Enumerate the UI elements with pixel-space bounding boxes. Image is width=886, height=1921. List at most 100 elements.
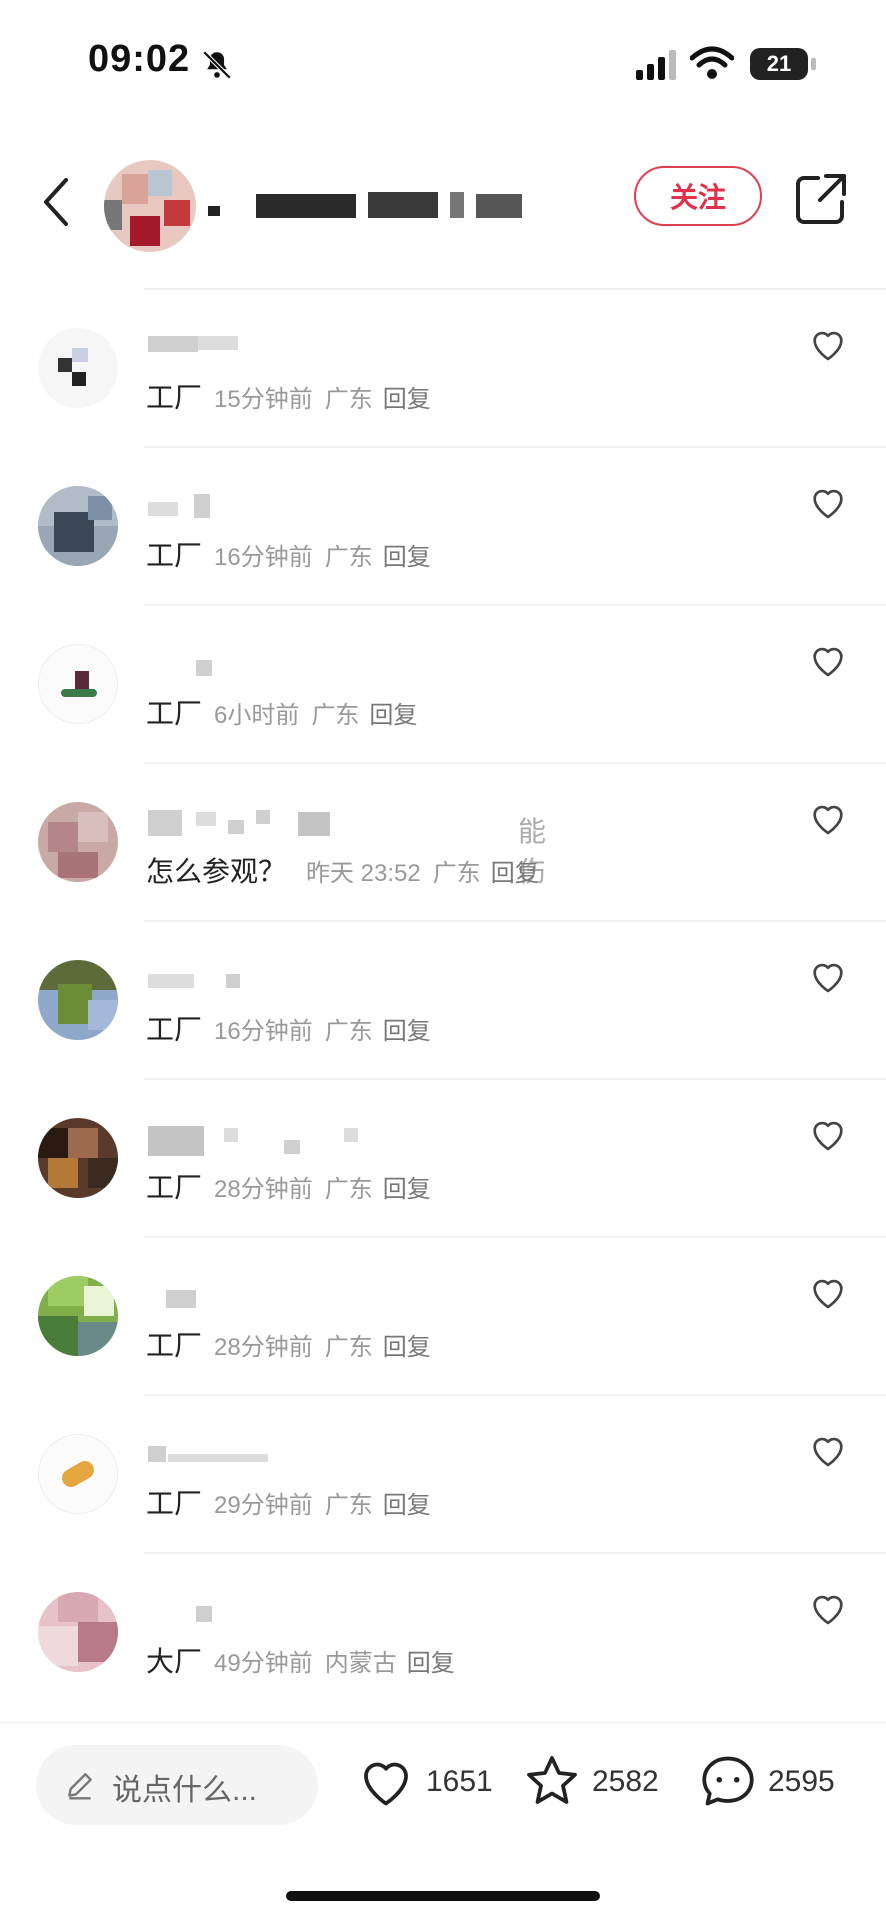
comment-text: 工厂 (146, 1330, 203, 1361)
comment-text: 工厂 (146, 1172, 203, 1203)
reply-button[interactable]: 回复 (383, 386, 431, 413)
comment-line: 工厂 15分钟前 广东 回复 (146, 376, 431, 416)
author-name[interactable] (208, 188, 528, 228)
comment-text: 工厂 (146, 382, 203, 413)
heart-icon[interactable] (808, 640, 848, 680)
commenter-avatar[interactable] (38, 328, 118, 408)
commenter-avatar[interactable] (38, 644, 118, 724)
commenter-username[interactable] (148, 1284, 468, 1314)
author-avatar[interactable] (104, 160, 196, 252)
reply-button[interactable]: 回复 (407, 1650, 455, 1677)
comment-time: 28分钟前 (214, 1334, 313, 1361)
comment-location: 广东 (432, 860, 481, 887)
heart-icon[interactable] (808, 1588, 848, 1628)
comment-list[interactable]: 工厂 15分钟前 广东 回复 工厂 16分钟前 广东 回复 工厂 6小时前 广东 回复 (0, 290, 886, 1720)
commenter-username[interactable] (148, 336, 468, 366)
status-bar: 09:02 21 (0, 0, 886, 120)
favorite-button[interactable]: 2582 (522, 1751, 659, 1821)
commenter-username[interactable]: 能伤 (148, 810, 546, 887)
comment-item: 工厂 16分钟前 广东 回复 (0, 448, 886, 606)
heart-icon[interactable] (808, 956, 848, 996)
comment-location: 广东 (311, 702, 360, 729)
reply-button[interactable]: 回复 (491, 860, 539, 887)
commenter-username[interactable] (148, 1442, 468, 1472)
commenter-avatar[interactable] (38, 1434, 118, 1514)
comment-item: 工厂 16分钟前 广东 回复 (0, 922, 886, 1080)
comment-location: 广东 (324, 544, 373, 571)
comment-text: 怎么参观？ (146, 856, 287, 887)
comment-time: 49分钟前 (214, 1650, 313, 1677)
comment-location: 广东 (324, 386, 373, 413)
comment-input[interactable]: 说点什么... (36, 1745, 318, 1825)
pencil-icon (68, 1773, 92, 1800)
commenter-avatar[interactable] (38, 1592, 118, 1672)
heart-icon[interactable] (808, 1430, 848, 1470)
commenter-avatar[interactable] (38, 802, 118, 882)
favorite-count: 2582 (592, 1765, 659, 1798)
comment-item: 工厂 28分钟前 广东 回复 (0, 1238, 886, 1396)
comment-text: 工厂 (146, 698, 203, 729)
comment-line: 工厂 16分钟前 广东 回复 (146, 534, 431, 574)
comment-text: 工厂 (146, 1014, 203, 1045)
reply-button[interactable]: 回复 (383, 1334, 431, 1361)
back-icon[interactable] (38, 172, 78, 232)
comment-time: 6小时前 (214, 702, 300, 729)
commenter-username[interactable] (148, 968, 468, 998)
follow-button[interactable]: 关注 (634, 166, 762, 226)
comment-line: 工厂 6小时前 广东 回复 (146, 692, 417, 732)
heart-icon[interactable] (808, 1272, 848, 1312)
comment-placeholder: 说点什么... (112, 1774, 258, 1807)
reply-button[interactable]: 回复 (383, 1492, 431, 1519)
comment-location: 广东 (324, 1334, 373, 1361)
comment-line: 工厂 28分钟前 广东 回复 (146, 1166, 431, 1206)
comment-item: 大厂 49分钟前 内蒙古 回复 (0, 1554, 886, 1712)
wifi-icon (690, 46, 734, 79)
commenter-avatar[interactable] (38, 1276, 118, 1356)
reply-button[interactable]: 回复 (383, 544, 431, 571)
heart-icon[interactable] (808, 482, 848, 522)
commenter-avatar[interactable] (38, 486, 118, 566)
note-header: 关注 (0, 150, 886, 290)
comment-text: 大厂 (146, 1646, 203, 1677)
like-count: 1651 (426, 1765, 493, 1798)
heart-icon (364, 1762, 408, 1806)
commenter-avatar[interactable] (38, 960, 118, 1040)
reply-button[interactable]: 回复 (369, 702, 417, 729)
comment-item: 工厂 6小时前 广东 回复 (0, 606, 886, 764)
comment-location: 广东 (324, 1492, 373, 1519)
battery-indicator: 21 (750, 48, 816, 80)
home-indicator[interactable] (286, 1891, 600, 1901)
comment-location: 广东 (324, 1018, 373, 1045)
comment-text: 工厂 (146, 540, 203, 571)
heart-icon[interactable] (808, 798, 848, 838)
commenter-username[interactable] (148, 494, 468, 524)
comment-bubble-icon (702, 1756, 754, 1806)
comment-line: 怎么参观？ 昨天 23:52 广东 回复 (146, 850, 539, 890)
commenter-username[interactable] (148, 1600, 468, 1630)
commenter-username[interactable] (148, 652, 468, 682)
comment-count: 2595 (768, 1765, 835, 1798)
comment-time: 29分钟前 (214, 1492, 313, 1519)
share-icon[interactable] (794, 172, 848, 226)
comment-time: 昨天 23:52 (306, 860, 421, 887)
comment-item: 工厂 15分钟前 广东 回复 (0, 290, 886, 448)
comment-line: 工厂 28分钟前 广东 回复 (146, 1324, 431, 1364)
heart-icon[interactable] (808, 1114, 848, 1154)
like-button[interactable]: 1651 (356, 1751, 493, 1821)
comment-line: 工厂 29分钟前 广东 回复 (146, 1482, 431, 1522)
reply-button[interactable]: 回复 (383, 1176, 431, 1203)
comment-item: 工厂 29分钟前 广东 回复 (0, 1396, 886, 1554)
reply-button[interactable]: 回复 (383, 1018, 431, 1045)
bell-muted-icon (202, 50, 232, 80)
comment-item: 能伤 怎么参观？ 昨天 23:52 广东 回复 (0, 764, 886, 922)
commenter-avatar[interactable] (38, 1118, 118, 1198)
comment-time: 15分钟前 (214, 386, 313, 413)
star-icon (527, 1756, 577, 1804)
status-time: 09:02 (88, 38, 191, 80)
comment-time: 16分钟前 (214, 544, 313, 571)
comment-text: 工厂 (146, 1488, 203, 1519)
heart-icon[interactable] (808, 324, 848, 364)
comment-line: 大厂 49分钟前 内蒙古 回复 (146, 1640, 455, 1680)
comments-button[interactable]: 2595 (698, 1751, 835, 1821)
commenter-username[interactable] (148, 1126, 468, 1156)
